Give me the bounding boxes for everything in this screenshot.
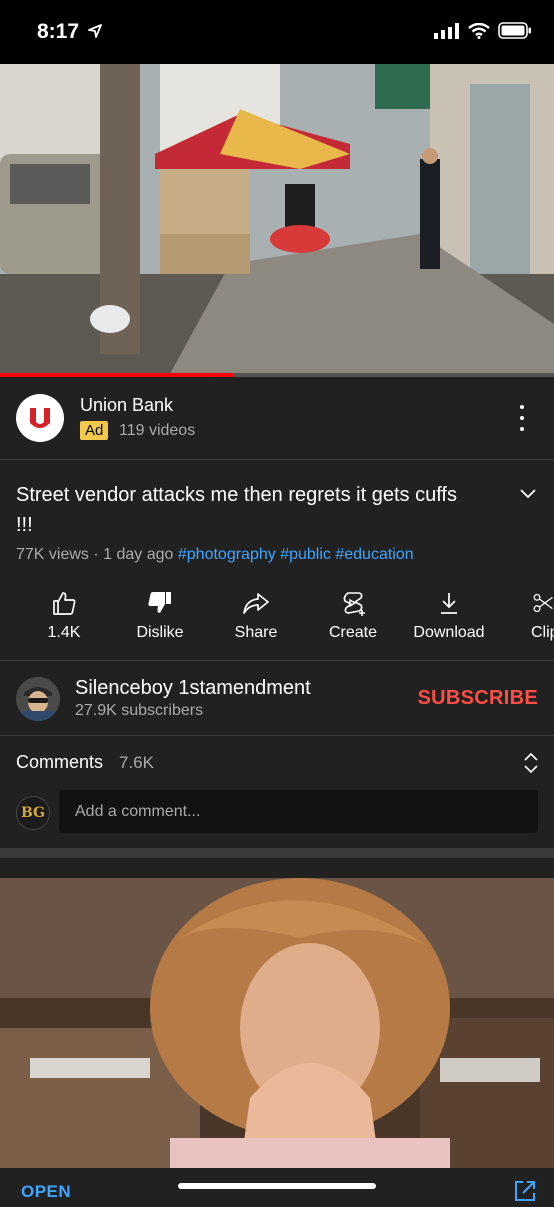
clip-button[interactable]: Clip: [497, 588, 554, 642]
ad-badge: Ad: [80, 421, 109, 440]
signal-icon: [434, 22, 460, 44]
comment-placeholder: Add a comment...: [75, 803, 201, 820]
share-label: Share: [234, 624, 278, 641]
subscriber-count: 27.9K subscribers: [75, 702, 204, 719]
subscribe-button[interactable]: SUBSCRIBE: [418, 687, 539, 710]
clip-label: Clip: [531, 624, 554, 641]
chevron-down-icon[interactable]: [520, 486, 536, 504]
create-icon: [305, 588, 401, 618]
expand-collapse-icon[interactable]: [524, 752, 538, 779]
ad-row[interactable]: Union Bank Ad 119 videos: [0, 377, 554, 460]
share-icon: [208, 588, 304, 618]
status-time: 8:17: [37, 20, 80, 43]
promo-photo: [0, 878, 554, 1170]
like-button[interactable]: 1.4K: [16, 588, 112, 642]
dislike-button[interactable]: Dislike: [112, 588, 208, 642]
dislike-label: Dislike: [136, 624, 184, 641]
promo-ad-image[interactable]: [0, 878, 554, 1170]
video-meta: 77K views · 1 day ago #photography #publ…: [16, 546, 414, 564]
location-arrow-icon: [88, 24, 102, 43]
battery-icon: [498, 22, 532, 44]
video-thumbnail-image: [0, 64, 554, 374]
channel-row[interactable]: Silenceboy 1stamendment 27.9K subscriber…: [0, 660, 554, 736]
ad-title[interactable]: Union Bank: [80, 395, 173, 416]
comment-input[interactable]: Add a comment...: [59, 790, 538, 833]
more-options-icon[interactable]: [514, 405, 530, 431]
external-link-icon[interactable]: [514, 1180, 536, 1207]
clip-icon: [497, 588, 554, 618]
user-avatar: BG: [16, 796, 50, 830]
channel-avatar[interactable]: [16, 677, 60, 721]
status-icons: [434, 22, 532, 44]
hashtag-photography[interactable]: #photography: [178, 546, 276, 563]
hashtag-education[interactable]: #education: [335, 546, 413, 563]
thumbs-down-icon: [112, 588, 208, 618]
wifi-icon: [468, 22, 490, 44]
like-count: 1.4K: [47, 624, 81, 641]
view-count-and-date: 77K views · 1 day ago: [16, 546, 174, 563]
action-bar: 1.4K Dislike Share Create Download Clip: [0, 588, 554, 660]
channel-name[interactable]: Silenceboy 1stamendment: [75, 677, 311, 700]
share-button[interactable]: Share: [208, 588, 304, 642]
open-link[interactable]: OPEN: [21, 1182, 71, 1202]
thumbs-up-icon: [16, 588, 112, 618]
download-label: Download: [413, 624, 485, 641]
home-indicator: [178, 1183, 376, 1189]
video-title[interactable]: Street vendor attacks me then regrets it…: [16, 480, 476, 540]
status-bar: 8:17: [0, 0, 554, 64]
section-divider: [0, 848, 554, 858]
create-button[interactable]: Create: [305, 588, 401, 642]
union-bank-logo: [16, 394, 64, 442]
download-button[interactable]: Download: [401, 588, 497, 642]
download-icon: [401, 588, 497, 618]
video-player[interactable]: [0, 64, 554, 374]
ad-meta: 119 videos: [119, 422, 196, 439]
create-label: Create: [328, 624, 378, 641]
comments-title[interactable]: Comments: [16, 752, 103, 773]
comments-count: 7.6K: [119, 753, 154, 772]
hashtag-public[interactable]: #public: [280, 546, 331, 563]
